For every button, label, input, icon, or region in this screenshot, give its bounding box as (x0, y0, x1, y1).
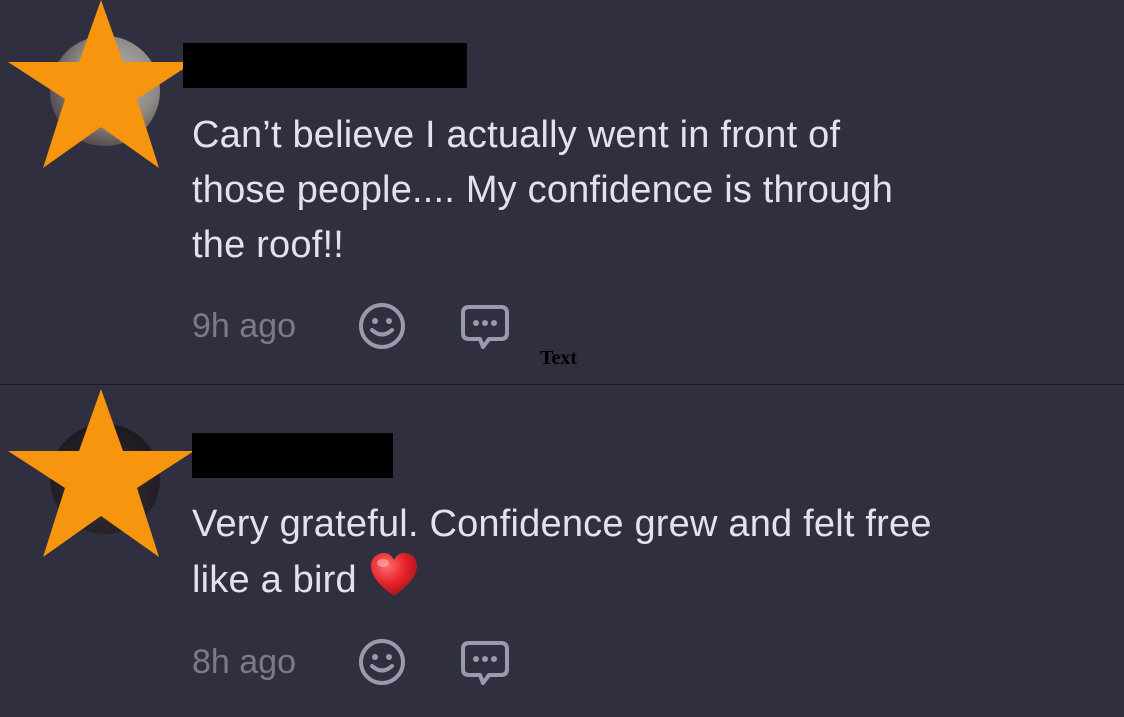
speech-bubble-icon (461, 641, 509, 685)
comment-text: Can’t believe I actually went in front o… (192, 114, 894, 266)
timestamp: 8h ago (192, 642, 296, 681)
comment-item: Can’t believe I actually went in front o… (0, 0, 1124, 384)
author-name-redaction (192, 433, 393, 478)
author-name-redaction (183, 43, 467, 88)
react-button[interactable] (357, 637, 407, 687)
comment-item: Very grateful. Confidence grew and felt … (0, 385, 1124, 717)
smiley-face-icon (359, 303, 405, 349)
smiley-face-icon (359, 639, 405, 685)
react-button[interactable] (357, 301, 407, 351)
timestamp: 9h ago (192, 306, 296, 345)
reply-button[interactable] (460, 637, 510, 687)
comment-meta: 9h ago (192, 301, 510, 351)
comment-text: Very grateful. Confidence grew and felt … (192, 497, 1112, 614)
star-icon (8, 389, 194, 557)
red-heart-icon (369, 552, 419, 614)
star-icon (8, 0, 194, 168)
overlay-text-label: Text (540, 347, 578, 369)
reply-button[interactable] (460, 301, 510, 351)
speech-bubble-icon (461, 305, 509, 349)
comment-text-content: Very grateful. Confidence grew and felt … (192, 503, 932, 601)
comment-feed: Can’t believe I actually went in front o… (0, 0, 1124, 717)
comment-meta: 8h ago (192, 637, 510, 687)
